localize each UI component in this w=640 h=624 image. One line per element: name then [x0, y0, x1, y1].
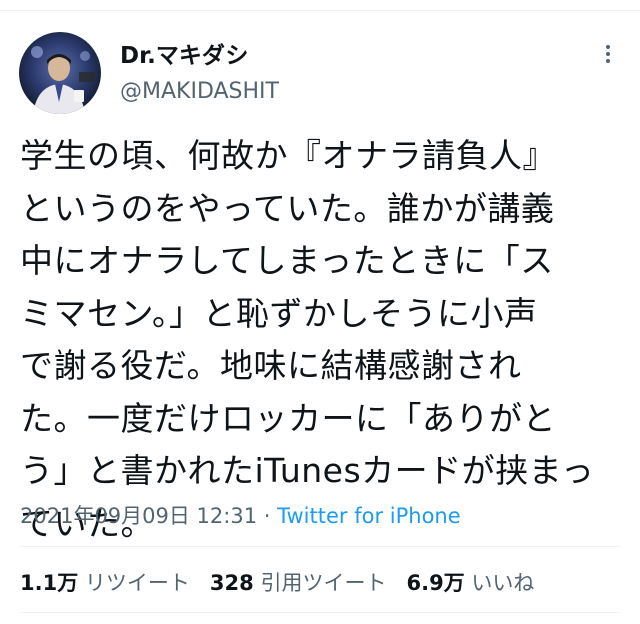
quote-count: 328	[209, 571, 254, 595]
top-divider	[0, 10, 640, 11]
tweet-text-line: う」と書かれたiTunesカードが挟まっ	[20, 451, 595, 490]
avatar-image	[31, 46, 95, 114]
tweet-text-line: 中にオナラしてしまったときに「ス	[20, 241, 554, 280]
display-name[interactable]: Dr.マキダシ	[120, 36, 248, 70]
tweet-text-line: 学生の頃、何故か『オナラ請負人』	[20, 136, 556, 175]
more-dots-vertical-icon[interactable]	[598, 44, 618, 64]
tweet-text-line: というのをやっていた。誰かが講義	[20, 188, 555, 228]
tweet-card: Dr.マキダシ @MAKIDASHIT 学生の頃、何故か『オナラ請負人』 という…	[0, 0, 640, 624]
tweet-text-line: ミマセン。」と恥ずかしそうに小声	[20, 293, 538, 333]
quotes-stat[interactable]: 328 引用ツイート	[210, 571, 387, 595]
like-count: 6.9万	[406, 571, 465, 595]
retweet-label: リツイート	[84, 571, 190, 595]
tweet-meta: 2021年09月09日 12:31 · Twitter for iPhone	[20, 500, 461, 530]
quote-label: 引用ツイート	[260, 571, 387, 595]
user-handle[interactable]: @MAKIDASHIT	[120, 79, 279, 104]
tweet-text-line: た。一度だけロッカーに「ありがと	[20, 398, 556, 438]
timestamp[interactable]: 2021年09月09日 12:31	[20, 504, 257, 528]
retweet-count: 1.1万	[20, 571, 79, 595]
meta-separator: ·	[263, 504, 271, 528]
source-link[interactable]: Twitter for iPhone	[277, 504, 461, 528]
engagement-stats: 1.1万 リツイート 328 引用ツイート 6.9万 いいね	[20, 567, 534, 597]
tweet-text: 学生の頃、何故か『オナラ請負人』 というのをやっていた。誰かが講義 中にオナラし…	[20, 130, 620, 550]
avatar[interactable]	[19, 32, 101, 114]
divider	[20, 546, 620, 547]
like-label: いいね	[471, 571, 535, 595]
tweet-text-line: で謝る役だ。地味に結構感謝され	[20, 346, 522, 385]
divider	[20, 612, 620, 613]
retweets-stat[interactable]: 1.1万 リツイート	[20, 571, 190, 595]
likes-stat[interactable]: 6.9万 いいね	[406, 571, 534, 595]
